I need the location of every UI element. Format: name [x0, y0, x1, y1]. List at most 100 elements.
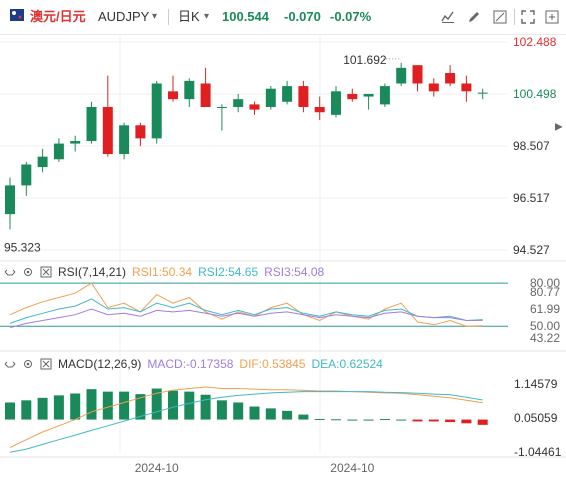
macd-bar — [331, 419, 341, 421]
macd-bar — [265, 408, 276, 420]
macd-bar — [168, 390, 178, 420]
candle-body — [412, 65, 423, 84]
grid-lines — [0, 34, 508, 454]
fullscreen-icon[interactable] — [516, 6, 540, 28]
macd-axis-label: 1.14579 — [514, 377, 558, 391]
candle-body — [233, 99, 244, 108]
macd-value: MACD:-0.17358 — [147, 357, 234, 371]
price-change: -0.070 — [284, 9, 321, 24]
candle-body — [53, 143, 64, 160]
divider — [514, 9, 515, 25]
time-axis-label: 2024-10 — [135, 461, 179, 475]
candle-body — [282, 86, 293, 102]
rsi2-line — [9, 298, 483, 324]
macd-bar — [184, 391, 195, 420]
candle-body — [216, 107, 227, 109]
settings-icon[interactable] — [540, 6, 564, 28]
candle-body — [445, 73, 456, 84]
rsi1-value: RSI1:50.34 — [132, 265, 193, 279]
macd-bar — [21, 400, 32, 420]
macd-bar — [298, 414, 309, 420]
macd-bar — [445, 419, 456, 423]
rsi3-value: RSI3:54.08 — [264, 265, 325, 279]
candle-body — [5, 185, 15, 215]
draw-pen-icon[interactable] — [462, 6, 486, 28]
candle-body — [37, 156, 48, 168]
settings-gear-icon[interactable] — [22, 358, 34, 370]
drawing-tool-icon[interactable] — [488, 6, 512, 28]
rsi2-value: RSI2:54.65 — [198, 265, 259, 279]
candle-body — [363, 93, 374, 97]
price-axis-label: 100.498 — [513, 87, 557, 101]
time-axis-label: 2024-10 — [330, 461, 374, 475]
close-box-icon[interactable] — [40, 266, 52, 278]
rsi-axis-label: 80.77 — [530, 285, 560, 299]
settings-gear-icon[interactable] — [22, 266, 34, 278]
macd-axis-label: 0.05059 — [514, 411, 558, 425]
period-button[interactable]: 日K — [178, 8, 200, 26]
price-axis-label: 94.527 — [513, 243, 550, 257]
candle-body — [428, 83, 439, 92]
indicator-icon[interactable] — [436, 6, 460, 28]
candle-body — [331, 91, 341, 115]
dea-line — [9, 391, 483, 453]
macd-bar — [412, 419, 423, 422]
expand-arrow-icon: ▶ — [555, 121, 563, 132]
dea-value: DEA:0.62524 — [311, 357, 383, 371]
low-price-label: 95.323 — [4, 240, 41, 254]
kline-chart[interactable]: 101.692 95.323 102.488 100.498 98.507 96.517… — [0, 34, 566, 480]
macd-bar — [200, 394, 211, 420]
candle-body — [347, 93, 358, 100]
macd-bar — [37, 397, 48, 420]
dif-value: DIF:0.53845 — [239, 357, 306, 371]
macd-bar — [249, 406, 260, 420]
close-box-icon[interactable] — [40, 358, 52, 370]
macd-bar — [233, 402, 244, 420]
macd-bar — [216, 400, 227, 420]
macd-bar — [461, 419, 472, 424]
macd-bar — [102, 391, 113, 420]
rsi1-line — [9, 282, 483, 327]
flag-icon — [10, 8, 24, 26]
macd-bar — [477, 419, 488, 425]
macd-bar — [86, 389, 97, 420]
macd-bar — [5, 402, 15, 420]
candle-body — [314, 107, 325, 113]
price-axis: 102.488 100.498 98.507 96.517 94.527 ▶ — [513, 35, 563, 257]
candle-body — [21, 164, 32, 186]
candle-body — [70, 140, 81, 144]
rsi-header: RSI(7,14,21) RSI1:50.34 RSI2:54.65 RSI3:54.… — [4, 265, 330, 279]
price-axis-label: 98.507 — [513, 139, 550, 153]
macd-bar — [396, 419, 407, 421]
candle-body — [298, 86, 309, 108]
last-price: 100.544 — [222, 9, 269, 24]
candle-body — [184, 80, 195, 100]
candle-body — [265, 88, 276, 108]
macd-bar — [379, 418, 390, 420]
symbol-label[interactable]: AUDJPY — [98, 8, 149, 26]
time-axis: 2024-10 2024-10 — [0, 456, 566, 475]
candle-body — [461, 83, 472, 92]
hide-eye-icon[interactable] — [4, 266, 16, 278]
macd-bar — [70, 393, 81, 420]
macd-title: MACD(12,26,9) — [58, 357, 142, 371]
price-axis-label: 102.488 — [513, 35, 557, 49]
rsi-axis-label: 43.22 — [530, 331, 560, 345]
dif-line — [9, 386, 483, 448]
high-price-label: 101.692 — [343, 53, 387, 67]
hide-eye-icon[interactable] — [4, 358, 16, 370]
macd-bar — [53, 395, 64, 420]
divider — [168, 9, 169, 25]
rsi3-line — [9, 308, 483, 329]
period-dropdown-icon[interactable]: ▾ — [204, 8, 209, 26]
rsi-title: RSI(7,14,21) — [58, 265, 127, 279]
macd-bar — [314, 418, 325, 420]
price-axis-label: 96.517 — [513, 191, 550, 205]
symbol-cn-label[interactable]: 澳元/日元 — [30, 8, 86, 26]
macd-bar — [363, 419, 374, 421]
candle-body — [249, 104, 260, 110]
candle-body — [477, 92, 488, 94]
candle-body — [396, 67, 407, 84]
candle-body — [200, 83, 211, 108]
symbol-dropdown-icon[interactable]: ▾ — [152, 8, 157, 26]
